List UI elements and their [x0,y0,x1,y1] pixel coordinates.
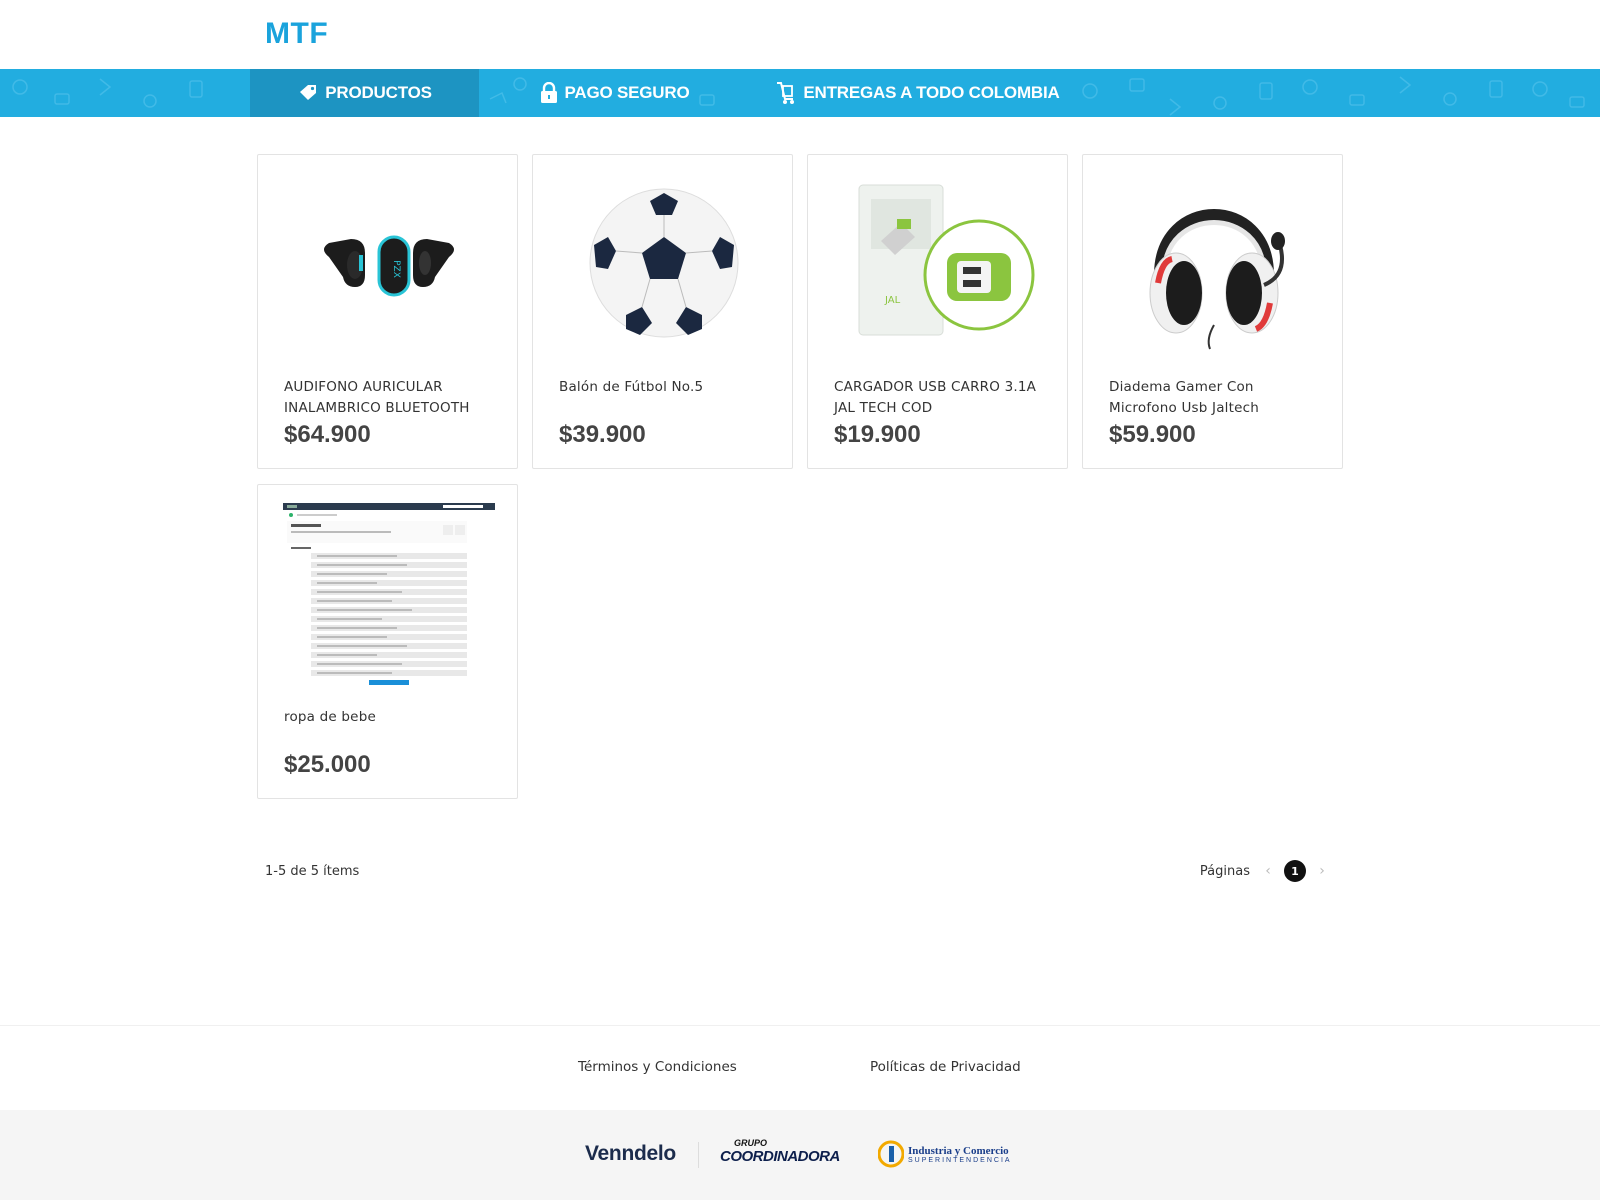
sic-logo[interactable]: Industria y Comercio SUPERINTENDENCIA [878,1140,1012,1168]
product-card[interactable]: JAL CARGADOR USB CARRO 3.1A JAL TECH COD… [807,154,1068,469]
sic-logo-line1: Industria y Comercio [908,1144,1009,1157]
coordinadora-logo[interactable]: GRUPO COORDINADORA [720,1138,840,1165]
product-card[interactable]: ropa de bebe $25.000 [257,484,518,799]
product-name[interactable]: Diadema Gamer Con Microfono Usb Jaltech [1109,377,1324,419]
product-image-soccer-ball [545,165,782,365]
product-price: $19.900 [834,421,921,448]
product-name[interactable]: ropa de bebe [284,707,499,728]
sic-logo-line2: SUPERINTENDENCIA [908,1156,1012,1164]
footer-links: Términos y Condiciones Políticas de Priv… [0,1025,1600,1110]
footer-brands: Venndelo GRUPO COORDINADORA Industria y … [0,1110,1600,1200]
product-image-earbuds: PZX [270,165,507,365]
main-navbar: PRODUCTOS PAGO SEGURO ENTREGAS A TODO CO… [0,69,1600,117]
next-page-icon[interactable]: › [1314,863,1330,879]
nav-productos[interactable]: PRODUCTOS [250,69,479,117]
site-header: MTF [0,0,1600,69]
nav-pago-seguro-label: PAGO SEGURO [564,83,690,102]
delivery-icon [777,82,795,104]
prev-page-icon[interactable]: ‹ [1260,863,1276,879]
pagination: Páginas ‹ 1 › [1200,860,1330,882]
vendelo-logo-text: Venndelo [585,1142,676,1165]
product-name[interactable]: AUDIFONO AURICULAR INALAMBRICO BLUETOOTH [284,377,499,419]
page-button[interactable]: 1 [1284,860,1306,882]
product-price: $59.900 [1109,421,1196,448]
lock-icon [541,82,558,103]
product-card[interactable]: Diadema Gamer Con Microfono Usb Jaltech … [1082,154,1343,469]
product-image-gaming-headset [1095,165,1332,365]
coordinadora-logo-text: COORDINADORA [720,1148,840,1165]
product-image-screenshot-thumbnail [270,495,507,695]
nav-pago-seguro[interactable]: PAGO SEGURO [540,69,690,117]
vendelo-logo[interactable]: Venndelo [585,1142,676,1166]
coordinadora-logo-prefix: GRUPO [734,1138,768,1148]
tag-icon [300,85,317,100]
product-card[interactable]: PZX AUDIFONO AURICULAR INALAMBRICO BLUET… [257,154,518,469]
product-image-usb-car-charger: JAL [820,165,1057,365]
product-card[interactable]: Balón de Fútbol No.5 $39.900 [532,154,793,469]
brand-divider [698,1142,699,1168]
product-price: $25.000 [284,751,371,778]
pages-label: Páginas [1199,863,1250,879]
product-price: $64.900 [284,421,371,448]
sic-emblem-icon [878,1140,904,1168]
terms-link[interactable]: Términos y Condiciones [578,1059,737,1075]
store-logo[interactable]: MTF [265,17,328,51]
privacy-link[interactable]: Políticas de Privacidad [870,1059,1021,1075]
product-price: $39.900 [559,421,646,448]
svg-text:PZX: PZX [391,260,401,278]
nav-entregas-label: ENTREGAS A TODO COLOMBIA [803,83,1060,102]
product-name[interactable]: CARGADOR USB CARRO 3.1A JAL TECH COD [834,377,1049,419]
nav-productos-label: PRODUCTOS [325,83,432,102]
items-count: 1-5 de 5 ítems [265,864,360,879]
svg-text:JAL: JAL [884,295,901,306]
product-name[interactable]: Balón de Fútbol No.5 [559,377,774,398]
nav-entregas[interactable]: ENTREGAS A TODO COLOMBIA [775,69,1060,117]
